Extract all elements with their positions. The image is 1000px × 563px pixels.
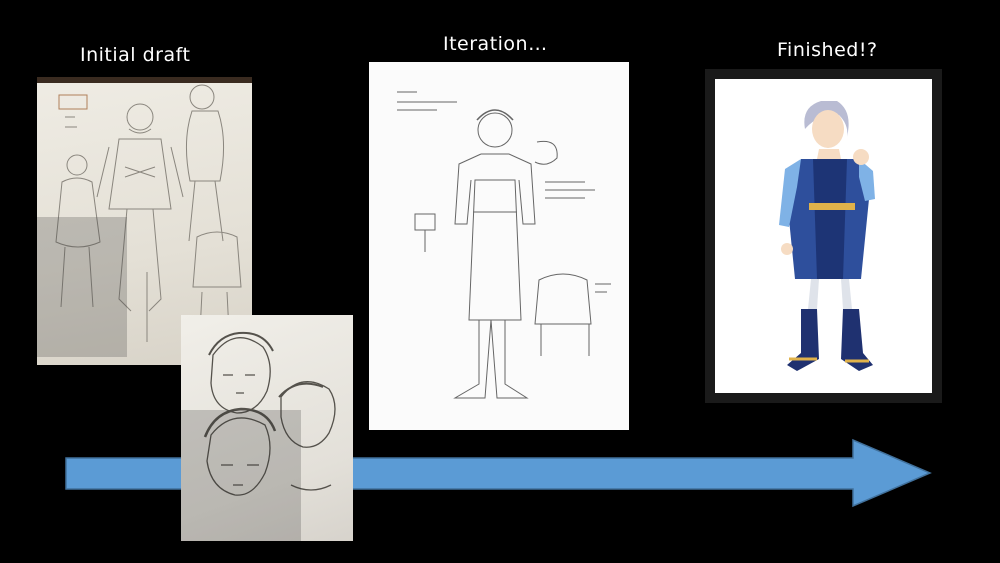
- finished-character-illustration-image: [715, 79, 932, 393]
- face-studies-sketch-image: [181, 315, 353, 541]
- finished-label: Finished!?: [777, 39, 878, 61]
- initial-draft-label: Initial draft: [80, 44, 191, 66]
- iteration-label: Iteration…: [443, 33, 548, 55]
- finished-illustration-frame: [705, 69, 942, 403]
- iteration-sketch-image: [369, 62, 629, 430]
